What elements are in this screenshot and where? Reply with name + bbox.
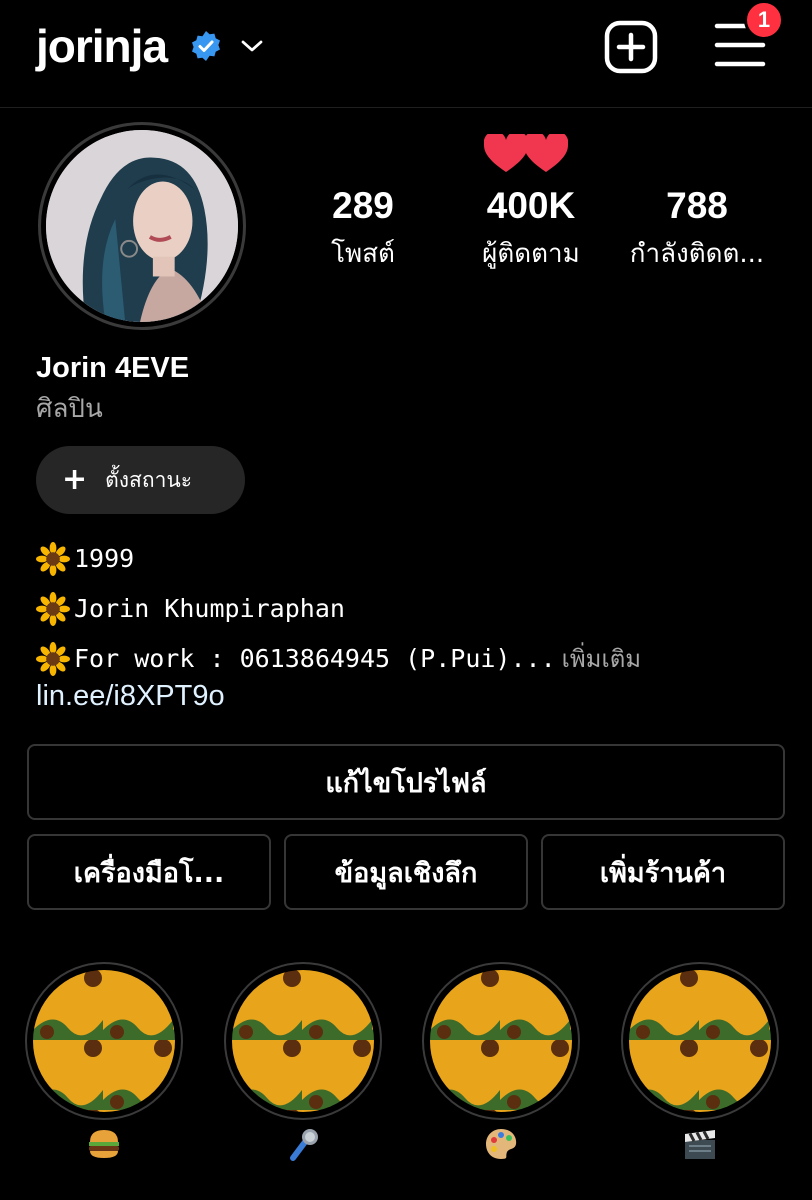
story-highlight[interactable]	[224, 962, 382, 1162]
highlight-cover-image	[33, 970, 175, 1112]
highlight-ring	[25, 962, 183, 1120]
notification-badge: 1	[744, 0, 784, 40]
story-highlight[interactable]	[422, 962, 580, 1162]
highlight-ring	[224, 962, 382, 1120]
display-name: Jorin 4EVE	[36, 352, 190, 384]
account-username[interactable]: jorinja	[36, 18, 168, 74]
profile-bio: 1999 Jorin Khumpiraphan For work : 06138…	[36, 534, 641, 684]
set-status-button[interactable]: + ตั้งสถานะ	[36, 446, 245, 514]
story-highlight[interactable]	[25, 962, 183, 1162]
followers-label: ผู้ติดตาม	[482, 239, 580, 269]
profile-screen: jorinja 1 289 โพสต์ 400K ผู้ติดตาม 788 ก…	[0, 0, 812, 1200]
insights-button[interactable]: ข้อมูลเชิงลึก	[284, 834, 528, 910]
stat-posts[interactable]: 289 โพสต์	[278, 184, 448, 274]
profile-category: ศิลปิน	[36, 394, 103, 424]
clapper-board-icon	[685, 1130, 715, 1159]
profile-website-link[interactable]: lin.ee/i8XPT9o	[36, 676, 225, 716]
sunflower-icon	[36, 542, 70, 576]
highlight-cover-image	[629, 970, 771, 1112]
stat-followers[interactable]: 400K ผู้ติดตาม	[446, 184, 616, 274]
highlight-cover-image	[430, 970, 572, 1112]
bio-line: Jorin Khumpiraphan	[36, 584, 641, 634]
profile-avatar	[46, 130, 238, 322]
palette-icon	[486, 1129, 517, 1159]
following-label: กำลังติดต...	[629, 239, 765, 269]
bio-text: 1999	[74, 544, 135, 573]
verified-badge-icon	[192, 31, 220, 61]
plus-icon: +	[62, 462, 88, 497]
account-switcher-chevron-icon[interactable]	[238, 32, 266, 60]
edit-profile-button[interactable]: แก้ไขโปรไฟล์	[27, 744, 785, 820]
highlight-cover-image	[232, 970, 374, 1112]
posts-label: โพสต์	[331, 239, 395, 269]
sunflower-icon	[36, 642, 70, 676]
bio-more-link[interactable]: เพิ่มเติม	[562, 634, 641, 684]
hearts-icon	[484, 134, 568, 172]
posts-count: 289	[332, 185, 394, 226]
highlight-ring	[422, 962, 580, 1120]
bio-line: 1999	[36, 534, 641, 584]
hamburger-icon	[89, 1130, 119, 1158]
bio-text: Jorin Khumpiraphan	[74, 594, 345, 623]
microphone-icon	[290, 1129, 318, 1161]
set-status-label: ตั้งสถานะ	[105, 467, 192, 492]
stat-following[interactable]: 788 กำลังติดต...	[612, 184, 782, 274]
professional-tools-button[interactable]: เครื่องมือโ...	[27, 834, 271, 910]
highlight-ring	[621, 962, 779, 1120]
top-bar: jorinja 1	[0, 0, 812, 108]
story-highlight[interactable]	[621, 962, 779, 1162]
sunflower-icon	[36, 592, 70, 626]
following-count: 788	[666, 185, 728, 226]
create-post-icon[interactable]	[604, 20, 658, 74]
avatar-portrait-image	[46, 130, 238, 322]
add-shop-button[interactable]: เพิ่มร้านค้า	[541, 834, 785, 910]
profile-avatar-ring[interactable]	[38, 122, 246, 330]
followers-count: 400K	[486, 185, 576, 226]
